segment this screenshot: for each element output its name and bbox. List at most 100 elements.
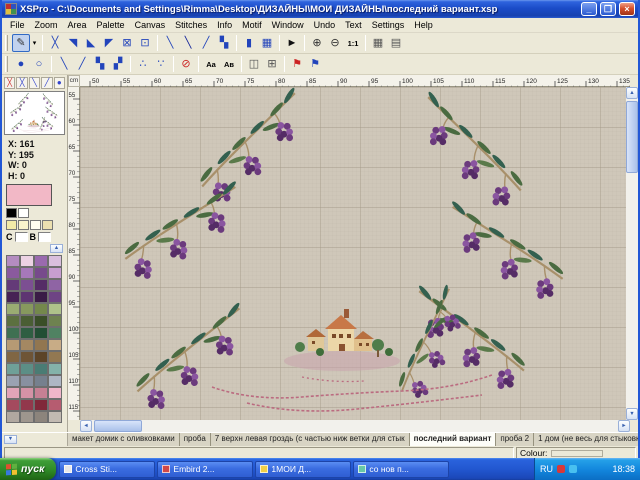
palette-swatch[interactable] <box>34 327 48 339</box>
french-knot-tool[interactable]: ● <box>12 55 30 73</box>
vertical-scroll-thumb[interactable] <box>626 101 638 173</box>
toolbar-grip[interactable] <box>5 56 8 72</box>
palette-swatch[interactable] <box>48 291 62 303</box>
light-swatch[interactable] <box>18 220 29 230</box>
taskbar-task-1[interactable]: Embird 2... <box>157 461 253 478</box>
menu-zoom[interactable]: Zoom <box>30 19 63 31</box>
menu-window[interactable]: Window <box>267 19 309 31</box>
stitch-canvas[interactable] <box>80 87 630 420</box>
delete-stitch-tool[interactable]: ⊘ <box>177 55 195 73</box>
palette-swatch[interactable] <box>6 399 20 411</box>
palette-swatch[interactable] <box>34 315 48 327</box>
palette-swatch[interactable] <box>6 375 20 387</box>
palette-swatch[interactable] <box>34 339 48 351</box>
toolbar-grip[interactable] <box>5 35 8 51</box>
palette-swatch[interactable] <box>6 363 20 375</box>
horizontal-scroll-track[interactable] <box>92 420 618 432</box>
palette-swatch[interactable] <box>34 267 48 279</box>
taskbar-task-3[interactable]: со нов п... <box>353 461 449 478</box>
current-color-swatch[interactable] <box>6 184 52 206</box>
c-color-box[interactable] <box>15 232 28 242</box>
fill-tool[interactable]: ▮ <box>240 34 258 52</box>
menu-area[interactable]: Area <box>63 19 92 31</box>
chart-view-button[interactable]: ◫ <box>245 55 263 73</box>
palette-swatch[interactable] <box>34 291 48 303</box>
scroll-down-button[interactable]: ▼ <box>626 408 638 420</box>
palette-swatch[interactable] <box>48 387 62 399</box>
light-swatch[interactable] <box>30 220 41 230</box>
palette-swatch[interactable] <box>34 255 48 267</box>
half-stitch-tool[interactable]: ◥ <box>64 34 82 52</box>
backstitch-line-2[interactable]: ╱ <box>73 55 91 73</box>
palette-swatch[interactable] <box>20 399 34 411</box>
palette-swatch[interactable] <box>20 387 34 399</box>
palette-swatch[interactable] <box>34 399 48 411</box>
palette-swatch[interactable] <box>20 339 34 351</box>
longstitch-tool[interactable]: ╱ <box>197 34 215 52</box>
horizontal-scrollbar[interactable]: ◄ ► <box>80 420 630 432</box>
palette-swatch[interactable] <box>34 375 48 387</box>
palette-swatch[interactable] <box>6 327 20 339</box>
taskbar-task-0[interactable]: Cross Sti... <box>59 461 155 478</box>
text-cyrillic-tool[interactable]: Ав <box>220 55 238 73</box>
pattern-tab-5[interactable]: 1 дом (не весь для стыковки) <box>534 433 638 446</box>
lp-cross-blue-tool[interactable]: ╳ <box>16 77 27 89</box>
palette-swatch[interactable] <box>48 315 62 327</box>
pattern-tab-1[interactable]: проба <box>180 433 211 446</box>
title-bar[interactable]: XSPro - C:\Documents and Settings\Rimma\… <box>2 0 638 18</box>
vertical-scroll-track[interactable] <box>626 99 638 408</box>
pattern-tab-4[interactable]: проба 2 <box>496 433 534 446</box>
select-arrow-tool[interactable]: ► <box>283 34 301 52</box>
zoom-out-button[interactable]: ⊖ <box>326 34 344 52</box>
bw-swatch[interactable] <box>6 208 17 218</box>
flag-red-button[interactable]: ⚑ <box>288 55 306 73</box>
palette-swatch[interactable] <box>6 291 20 303</box>
b-color-box[interactable] <box>38 232 51 242</box>
menu-palette[interactable]: Palette <box>92 19 130 31</box>
pencil-tool[interactable]: ✎ <box>12 34 30 52</box>
palette-swatch[interactable] <box>20 327 34 339</box>
vertical-scrollbar[interactable]: ▲ ▼ <box>626 87 638 420</box>
special-stitch-tool[interactable]: ⊡ <box>136 34 154 52</box>
language-indicator[interactable]: RU <box>540 464 553 474</box>
light-swatch[interactable] <box>42 220 53 230</box>
palette-swatch[interactable] <box>20 351 34 363</box>
palette-swatch[interactable] <box>20 255 34 267</box>
menu-info[interactable]: Info <box>212 19 237 31</box>
menu-stitches[interactable]: Stitches <box>170 19 212 31</box>
dots-tool-2[interactable]: ∵ <box>152 55 170 73</box>
grid-button[interactable]: ▦ <box>369 34 387 52</box>
palette-scroll-down-button[interactable]: ▼ <box>4 435 17 444</box>
palette-swatch[interactable] <box>48 303 62 315</box>
tray-icon-app[interactable] <box>569 465 577 473</box>
light-swatch[interactable] <box>6 220 17 230</box>
menu-text[interactable]: Text <box>340 19 367 31</box>
backstitch-line-1[interactable]: ╲ <box>55 55 73 73</box>
palette-swatch[interactable] <box>6 351 20 363</box>
palette-swatch[interactable] <box>20 291 34 303</box>
palette-swatch[interactable] <box>48 399 62 411</box>
palette-swatch[interactable] <box>20 315 34 327</box>
backstitch-thin-tool[interactable]: ╲ <box>161 34 179 52</box>
backstitch-line-4[interactable]: ▞ <box>109 55 127 73</box>
bead-tool[interactable]: ○ <box>30 55 48 73</box>
taskbar-task-2[interactable]: 1МОИ Д... <box>255 461 351 478</box>
maximize-button[interactable]: ❐ <box>600 2 616 16</box>
scroll-left-button[interactable]: ◄ <box>80 420 92 432</box>
horizontal-scroll-thumb[interactable] <box>94 420 142 432</box>
straight-stitch-tool[interactable]: ▚ <box>215 34 233 52</box>
palette-swatch[interactable] <box>48 339 62 351</box>
lp-diag-back-tool[interactable]: ╲ <box>29 77 40 89</box>
palette-swatch[interactable] <box>48 375 62 387</box>
palette-scroll-up-button[interactable]: ▲ <box>50 244 63 253</box>
pencil-dropdown[interactable]: ▾ <box>30 34 39 52</box>
palette-swatch[interactable] <box>20 375 34 387</box>
symbols-view-button[interactable]: ⊞ <box>263 55 281 73</box>
palette-swatch[interactable] <box>34 351 48 363</box>
backstitch-line-3[interactable]: ▚ <box>91 55 109 73</box>
palette-swatch[interactable] <box>20 303 34 315</box>
palette-swatch[interactable] <box>34 387 48 399</box>
menu-settings[interactable]: Settings <box>367 19 410 31</box>
full-stitch-tool[interactable]: ╳ <box>46 34 64 52</box>
zoom-actual-button[interactable]: 1:1 <box>344 34 362 52</box>
